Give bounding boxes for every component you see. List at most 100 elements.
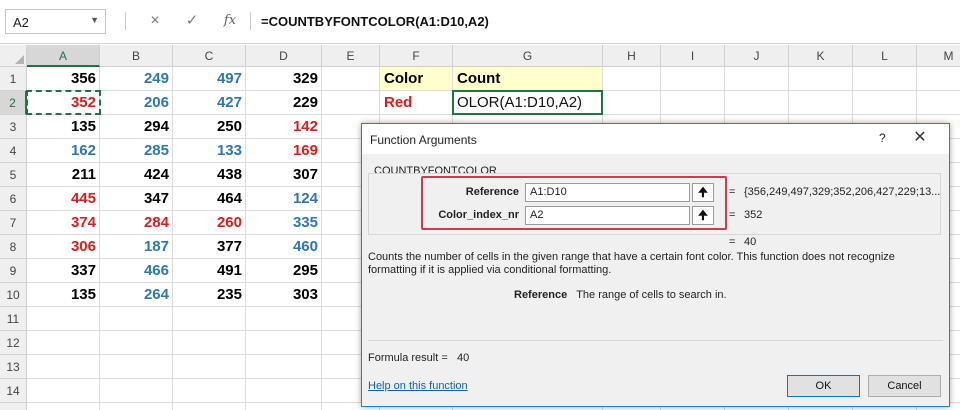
cell-d9[interactable]: 295 <box>246 259 322 283</box>
cell-d13[interactable] <box>246 355 322 379</box>
cell-c9[interactable]: 491 <box>173 259 246 283</box>
cell-b15[interactable] <box>100 403 173 410</box>
column-header-d[interactable]: D <box>246 45 322 67</box>
cell-a12[interactable] <box>27 331 100 355</box>
row-header-15[interactable]: 15 <box>0 403 27 410</box>
cell-a4[interactable]: 162 <box>27 139 100 163</box>
column-header-h[interactable]: H <box>603 45 661 67</box>
column-header-l[interactable]: L <box>853 45 917 67</box>
cell-a5[interactable]: 211 <box>27 163 100 187</box>
column-header-f[interactable]: F <box>380 45 453 67</box>
row-header-10[interactable]: 10 <box>0 283 27 307</box>
cancel-button[interactable]: Cancel <box>868 375 941 397</box>
formula-input[interactable]: =COUNTBYFONTCOLOR(A1:D10,A2) <box>261 14 489 29</box>
reference-input[interactable]: A1:D10 <box>525 183 690 202</box>
row-header-12[interactable]: 12 <box>0 331 27 355</box>
cell-c5[interactable]: 438 <box>173 163 246 187</box>
cell-f2[interactable]: Red <box>380 91 453 115</box>
cell-c12[interactable] <box>173 331 246 355</box>
cell-d8[interactable]: 460 <box>246 235 322 259</box>
row-header-1[interactable]: 1 <box>0 67 27 91</box>
cell-b1[interactable]: 249 <box>100 67 173 91</box>
cell-b11[interactable] <box>100 307 173 331</box>
enter-entry-icon[interactable]: ✓ <box>183 11 201 31</box>
cell-c15[interactable] <box>173 403 246 410</box>
cell-d15[interactable] <box>246 403 322 410</box>
cell-e1[interactable] <box>322 67 380 91</box>
name-box[interactable]: A2 ▼ <box>5 9 106 34</box>
ok-button[interactable]: OK <box>787 375 860 397</box>
column-header-c[interactable]: C <box>173 45 246 67</box>
row-header-9[interactable]: 9 <box>0 259 27 283</box>
cell-b3[interactable]: 294 <box>100 115 173 139</box>
cell-d10[interactable]: 303 <box>246 283 322 307</box>
row-header-2[interactable]: 2 <box>0 91 27 115</box>
row-header-5[interactable]: 5 <box>0 163 27 187</box>
cell-c4[interactable]: 133 <box>173 139 246 163</box>
cell-d6[interactable]: 124 <box>246 187 322 211</box>
cell-k2[interactable] <box>789 91 853 115</box>
select-all-button[interactable] <box>0 45 27 67</box>
cell-d5[interactable]: 307 <box>246 163 322 187</box>
column-header-m[interactable]: M <box>917 45 960 67</box>
cell-d12[interactable] <box>246 331 322 355</box>
row-header-6[interactable]: 6 <box>0 187 27 211</box>
cell-l2[interactable] <box>853 91 917 115</box>
row-header-4[interactable]: 4 <box>0 139 27 163</box>
insert-function-icon[interactable]: fx <box>220 11 240 31</box>
column-header-j[interactable]: J <box>725 45 789 67</box>
cell-b13[interactable] <box>100 355 173 379</box>
cell-c10[interactable]: 235 <box>173 283 246 307</box>
cell-a10[interactable]: 135 <box>27 283 100 307</box>
cell-d3[interactable]: 142 <box>246 115 322 139</box>
cell-j2[interactable] <box>725 91 789 115</box>
cell-b2[interactable]: 206 <box>100 91 173 115</box>
cell-m2[interactable] <box>917 91 960 115</box>
row-header-13[interactable]: 13 <box>0 355 27 379</box>
cell-c6[interactable]: 464 <box>173 187 246 211</box>
cell-d11[interactable] <box>246 307 322 331</box>
row-header-8[interactable]: 8 <box>0 235 27 259</box>
cell-i2[interactable] <box>661 91 725 115</box>
cell-c11[interactable] <box>173 307 246 331</box>
cell-d4[interactable]: 169 <box>246 139 322 163</box>
column-header-i[interactable]: I <box>661 45 725 67</box>
row-header-3[interactable]: 3 <box>0 115 27 139</box>
cell-a15[interactable] <box>27 403 100 410</box>
row-header-11[interactable]: 11 <box>0 307 27 331</box>
cell-m1[interactable] <box>917 67 960 91</box>
help-icon[interactable]: ? <box>879 131 886 145</box>
cell-i1[interactable] <box>661 67 725 91</box>
cell-b8[interactable]: 187 <box>100 235 173 259</box>
collapse-dialog-icon[interactable]: 🠉 <box>692 206 714 225</box>
cell-d14[interactable] <box>246 379 322 403</box>
cell-f1[interactable]: Color <box>380 67 453 91</box>
color-index-input[interactable]: A2 <box>525 206 690 225</box>
cell-c7[interactable]: 260 <box>173 211 246 235</box>
cell-d2[interactable]: 229 <box>246 91 322 115</box>
cell-a1[interactable]: 356 <box>27 67 100 91</box>
cell-b12[interactable] <box>100 331 173 355</box>
chevron-down-icon[interactable]: ▼ <box>90 15 99 25</box>
cell-a14[interactable] <box>27 379 100 403</box>
help-link[interactable]: Help on this function <box>368 380 468 392</box>
cell-a9[interactable]: 337 <box>27 259 100 283</box>
cell-b5[interactable]: 424 <box>100 163 173 187</box>
cell-a8[interactable]: 306 <box>27 235 100 259</box>
cell-h1[interactable] <box>603 67 661 91</box>
cell-a6[interactable]: 445 <box>27 187 100 211</box>
column-header-e[interactable]: E <box>322 45 380 67</box>
collapse-dialog-icon[interactable]: 🠉 <box>692 183 714 202</box>
cell-b4[interactable]: 285 <box>100 139 173 163</box>
cell-g1[interactable]: Count <box>453 67 603 91</box>
cell-a3[interactable]: 135 <box>27 115 100 139</box>
column-header-k[interactable]: K <box>789 45 853 67</box>
row-header-7[interactable]: 7 <box>0 211 27 235</box>
cell-c8[interactable]: 377 <box>173 235 246 259</box>
cell-c3[interactable]: 250 <box>173 115 246 139</box>
cell-c2[interactable]: 427 <box>173 91 246 115</box>
row-header-14[interactable]: 14 <box>0 379 27 403</box>
cell-b14[interactable] <box>100 379 173 403</box>
cell-g2[interactable]: OLOR(A1:D10,A2) <box>453 91 603 115</box>
cell-a2[interactable]: 352 <box>27 91 100 115</box>
